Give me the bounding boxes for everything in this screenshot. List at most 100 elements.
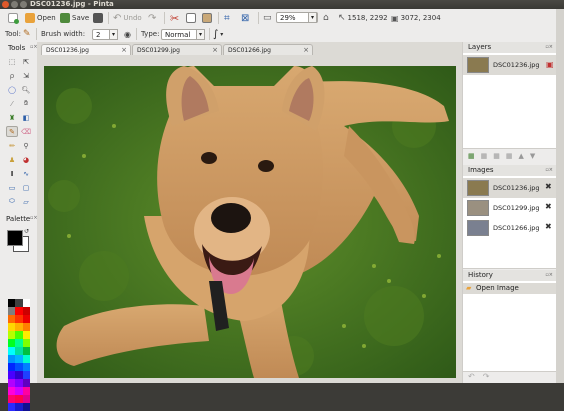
close-image-icon[interactable]: ✖ (545, 202, 552, 211)
brush-width-group: Brush width: (41, 27, 85, 41)
delete-layer-icon[interactable]: ▦ (506, 152, 513, 160)
title-bar: DSC01236.jpg - Pinta (0, 0, 564, 9)
cut-button[interactable]: ✂ (170, 11, 179, 25)
magic-wand-tool[interactable]: ⁄ (6, 98, 18, 109)
move-down-icon[interactable]: ▼ (530, 152, 535, 160)
add-layer-icon[interactable]: ▦ (468, 152, 475, 160)
eraser-tool[interactable]: ⌫ (20, 126, 32, 137)
rectangle-select-tool[interactable]: ⬚ (6, 56, 18, 67)
print-button[interactable] (93, 11, 103, 25)
paintbrush-icon: ✎ (22, 29, 31, 39)
paintbrush-tool[interactable]: ✎ (6, 126, 18, 137)
close-icon[interactable]: × (121, 45, 127, 56)
visibility-icon[interactable]: ▣ (546, 60, 554, 69)
color-picker-tool[interactable]: ⚲ (20, 140, 32, 151)
move-up-icon[interactable]: ▲ (519, 152, 524, 160)
zoom-in-button[interactable]: ⌂ (323, 11, 329, 25)
minimize-window-icon[interactable] (11, 1, 18, 8)
folder-icon (25, 13, 35, 23)
open-label: Open (37, 14, 56, 22)
redo-icon: ↷ (148, 12, 157, 24)
gradient-tool[interactable]: ◧ (20, 112, 32, 123)
redo-button[interactable]: ↷ (148, 11, 156, 25)
cursor-position-value: 1518, 2292 (347, 14, 388, 22)
pan-tool[interactable]: ✋︎ (20, 98, 32, 109)
rectangle-tool[interactable]: ▭ (6, 182, 18, 193)
ellipse-tool[interactable]: ⬭ (6, 196, 18, 207)
duplicate-layer-icon[interactable]: ▦ (481, 152, 488, 160)
move-selection-tool[interactable]: ⇲ (20, 70, 32, 81)
antialiasing-icon: ◉ (124, 29, 131, 39)
redo-icon[interactable]: ↷ (483, 372, 490, 383)
merge-layer-icon[interactable]: ▦ (493, 152, 500, 160)
bucket-icon: ♜ (8, 113, 16, 122)
brush-width-value: 2 (96, 31, 101, 39)
recolor-tool[interactable]: ◕ (20, 154, 32, 165)
move-selected-tool[interactable]: ⇱ (20, 56, 32, 67)
tab-document-1[interactable]: DSC01236.jpg × (41, 44, 131, 55)
zoom-in-icon: ⌂ (323, 13, 329, 23)
zoom-button[interactable]: ▭ (263, 11, 272, 25)
swap-colors-icon[interactable]: ↺ (24, 228, 29, 235)
paste-button[interactable] (202, 11, 212, 25)
panel-close-icon[interactable]: ▫× (545, 165, 553, 176)
undo-icon: ↶ (113, 12, 122, 24)
main-toolbar: Open Save ↶ Undo ↷ ✂ ⌗ ⊠ ▭ 29% ▾ ⌂ ↖ 151 (0, 9, 564, 28)
image-canvas[interactable] (44, 66, 456, 378)
close-icon[interactable]: × (303, 45, 309, 56)
line-curve-icon: ∿ (23, 169, 29, 178)
hand-icon: ✋︎ (24, 99, 28, 107)
type-dropdown[interactable]: ▾ (196, 29, 205, 40)
panel-close-icon[interactable]: ▫× (545, 42, 553, 53)
palette-grid[interactable] (8, 299, 30, 411)
rounded-rectangle-tool[interactable]: ▢ (20, 182, 32, 193)
rectangle-icon: ▭ (8, 183, 16, 192)
crop-button[interactable]: ⌗ (224, 11, 230, 25)
close-icon[interactable]: × (212, 45, 218, 56)
close-image-icon[interactable]: ✖ (545, 222, 552, 231)
zoom-dropdown-button[interactable]: ▾ (308, 12, 317, 23)
image-row[interactable]: DSC01299.jpg ✖ (463, 198, 557, 218)
clone-stamp-tool[interactable]: ♟ (6, 154, 18, 165)
zoom-tool[interactable]: 🔍︎ (20, 84, 32, 95)
freeform-shape-tool[interactable]: ▱ (20, 196, 32, 207)
new-button[interactable] (8, 11, 19, 25)
undo-icon[interactable]: ↶ (468, 372, 475, 383)
line-curve-tool[interactable]: ∿ (20, 168, 32, 179)
image-name: DSC01299.jpg (493, 204, 540, 212)
freeform-icon: ▱ (23, 197, 29, 206)
deselect-button[interactable]: ⊠ (241, 11, 249, 25)
paste-icon (202, 13, 212, 23)
lasso-select-tool[interactable]: ρ (6, 70, 18, 81)
text-tool[interactable]: I (6, 168, 18, 179)
maximize-window-icon[interactable] (20, 1, 27, 8)
window-edge (556, 9, 564, 383)
primary-color-swatch[interactable] (7, 230, 23, 246)
close-window-icon[interactable] (2, 1, 9, 8)
alpha-blending-button[interactable]: ∫ ▾ (213, 27, 223, 41)
save-icon (60, 13, 70, 23)
brush-width-dropdown[interactable]: ▾ (109, 29, 118, 40)
history-item[interactable]: ▰ Open Image (463, 283, 557, 294)
type-label: Type: (141, 30, 160, 38)
tab-document-2[interactable]: DSC01299.jpg × (132, 44, 222, 55)
layer-row[interactable]: DSC01236.jpg ▣ (463, 55, 557, 75)
images-title: Images (468, 166, 494, 174)
crop-icon: ⌗ (224, 12, 230, 24)
layers-title: Layers (468, 43, 492, 51)
panel-close-icon[interactable]: ▫× (545, 270, 553, 281)
ellipse-select-tool[interactable]: ◯ (6, 84, 18, 95)
pencil-tool[interactable]: ✏︎ (6, 140, 18, 151)
antialias-button[interactable]: ◉ (124, 27, 131, 41)
paint-bucket-tool[interactable]: ♜ (6, 112, 18, 123)
copy-button[interactable] (186, 11, 196, 25)
image-row[interactable]: DSC01236.jpg ✖ (463, 178, 557, 198)
layers-list: DSC01236.jpg ▣ (463, 53, 557, 149)
open-button[interactable]: Open (25, 11, 56, 25)
type-group: Type: (141, 27, 159, 41)
save-button[interactable]: Save (60, 11, 89, 25)
close-image-icon[interactable]: ✖ (545, 182, 552, 191)
image-row[interactable]: DSC01266.jpg ✖ (463, 218, 557, 238)
undo-button[interactable]: ↶ Undo (113, 11, 142, 25)
tab-document-3[interactable]: DSC01266.jpg × (223, 44, 313, 55)
